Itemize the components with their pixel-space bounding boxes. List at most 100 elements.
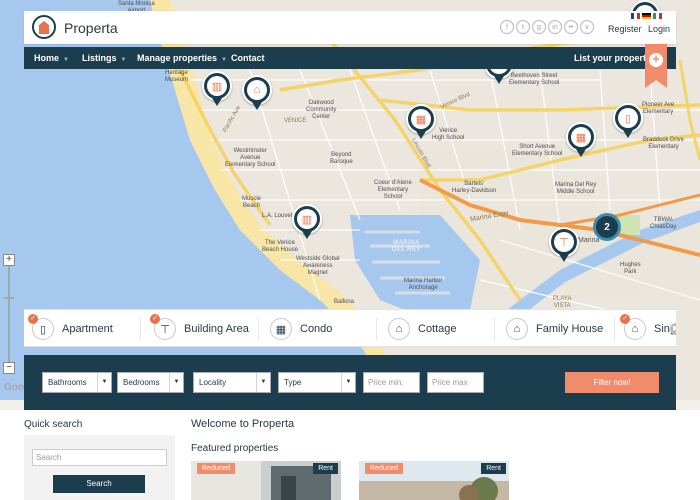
nav-item-contact[interactable]: Contact xyxy=(231,53,265,63)
check-icon: ✓ xyxy=(620,314,630,324)
welcome-heading: Welcome to Properta xyxy=(191,418,295,430)
bedrooms-select[interactable]: Bedrooms ▼ xyxy=(117,372,184,393)
list-property-link[interactable]: List your property xyxy=(574,53,651,63)
italian-flag-icon[interactable] xyxy=(653,13,662,19)
main-content: Quick search Search Search Welcome to Pr… xyxy=(0,410,700,500)
map-label-marina-basin: MARINA DEL REY xyxy=(392,240,421,253)
twitter-icon[interactable]: t xyxy=(516,20,530,34)
search-button[interactable]: Search xyxy=(53,475,145,493)
map-label-heritage-museum: Heritage Museum xyxy=(165,70,189,83)
map-label-beethoven: Beethoven Street Elementary School xyxy=(509,73,560,86)
main-navbar: Home ▼ Listings ▼ Manage properties ▼ Conta… xyxy=(24,47,676,69)
site-title[interactable]: Properta xyxy=(64,20,118,36)
crane-icon: ✓ ⊤ xyxy=(150,314,176,340)
property-pin[interactable]: ▦ xyxy=(406,104,436,142)
map-label-beyond-baroque: Beyond Baroque xyxy=(330,152,353,165)
map-label-short-ave: Short Avenue Elementary School xyxy=(512,144,563,157)
apartment-icon: ▯ xyxy=(618,108,638,128)
featured-heading: Featured properties xyxy=(191,443,279,454)
linkedin-icon[interactable]: in xyxy=(548,20,562,34)
login-link[interactable]: Login xyxy=(648,24,670,34)
map-label-oakwood: Oakwood Community Center xyxy=(306,100,337,120)
facebook-icon[interactable]: f xyxy=(500,20,514,34)
bathrooms-value: Bathrooms xyxy=(48,378,87,387)
logo-icon[interactable] xyxy=(32,15,56,39)
zoom-in-button[interactable]: + xyxy=(3,254,15,266)
pin-cluster[interactable]: 2 xyxy=(593,213,621,241)
add-property-tab[interactable]: + xyxy=(645,44,667,88)
map-label-pioneer: Pioneer Ave Elementary xyxy=(642,102,675,115)
google-plus-icon[interactable]: g xyxy=(532,20,546,34)
property-pin[interactable]: ⊤ xyxy=(549,227,579,265)
type-select[interactable]: Type ▼ xyxy=(278,372,356,393)
map-label-la-louvel: L.A. Louvel xyxy=(262,213,293,219)
bathrooms-select[interactable]: Bathrooms ▼ xyxy=(42,372,112,393)
filter-bar: Bathrooms ▼ Bedrooms ▼ Locality ▼ Type ▼ Pri… xyxy=(24,355,676,410)
quick-search-box: Search Search xyxy=(24,435,175,500)
map-label-coeur: Coeur d'Alene Elementary School xyxy=(374,180,412,200)
map-label-venice: VENICE xyxy=(284,118,307,124)
french-flag-icon[interactable] xyxy=(631,13,640,19)
building-icon: ▥ xyxy=(207,76,227,96)
category-single[interactable]: ✓ ⌂ Sing xyxy=(620,310,676,346)
property-pin[interactable]: ▯ xyxy=(613,103,643,141)
category-building-area[interactable]: ✓ ⊤ Building Area xyxy=(150,310,249,346)
locality-value: Locality xyxy=(199,378,227,387)
map-label-muscle-beach: Muscle Beach xyxy=(242,196,262,209)
search-input[interactable]: Search xyxy=(32,449,167,466)
plus-icon: + xyxy=(649,53,663,67)
category-bar: ✓ ▯ Apartment ✓ ⊤ Building Area ▦ Condo ⌂ … xyxy=(24,309,676,347)
property-pin[interactable]: ⌂ xyxy=(242,75,272,113)
crane-icon: ⊤ xyxy=(554,232,574,252)
register-link[interactable]: Register xyxy=(608,24,642,34)
property-card[interactable]: Reduced Rent xyxy=(191,461,341,500)
german-flag-icon[interactable] xyxy=(642,13,651,19)
category-label: Building Area xyxy=(184,323,249,335)
map-label-bartels: Bartels' Harley-Davidson xyxy=(452,181,497,194)
category-family-house[interactable]: ⌂ Family House xyxy=(506,310,604,346)
vimeo-icon[interactable]: v xyxy=(580,20,594,34)
nav-contact-label: Contact xyxy=(231,53,265,63)
category-cottage[interactable]: ⌂ Cottage xyxy=(388,310,457,346)
language-flags xyxy=(631,13,662,19)
zoom-slider-track[interactable] xyxy=(8,266,10,362)
map-label-tbwa: TBWA\ Chiat/Day xyxy=(650,217,677,230)
map-label-marina: Marina xyxy=(578,237,600,244)
property-card[interactable]: Reduced Rent xyxy=(359,461,509,500)
price-min-input[interactable]: Price min. xyxy=(363,372,420,393)
category-label: Condo xyxy=(300,323,333,335)
nav-item-manage-properties[interactable]: Manage properties ▼ xyxy=(137,53,227,63)
condo-icon: ▦ xyxy=(270,318,292,340)
flickr-icon[interactable]: •• xyxy=(564,20,578,34)
type-value: Type xyxy=(284,378,302,387)
chevron-down-icon: ▼ xyxy=(341,373,355,392)
property-pin[interactable]: ▦ xyxy=(566,122,596,160)
nav-item-home[interactable]: Home ▼ xyxy=(34,53,69,63)
chevron-down-icon: ▼ xyxy=(120,57,127,63)
site-header: Properta f t g in •• v Register Login xyxy=(24,11,676,44)
locality-select[interactable]: Locality ▼ xyxy=(193,372,271,393)
chevron-right-icon[interactable]: ▶ xyxy=(670,323,676,335)
check-icon: ✓ xyxy=(28,314,38,324)
chevron-down-icon: ▼ xyxy=(97,373,111,392)
map-label-playa-vista: PLAYA VISTA xyxy=(553,296,572,309)
house-icon: ⌂ xyxy=(247,80,267,100)
price-max-input[interactable]: Price max xyxy=(427,372,484,393)
nav-home-label: Home xyxy=(34,53,60,63)
category-label: Family House xyxy=(536,323,604,335)
filter-now-button[interactable]: Filter now! xyxy=(565,372,659,393)
property-pin[interactable]: ▥ xyxy=(202,71,232,109)
condo-icon: ▦ xyxy=(571,127,591,147)
zoom-slider-handle[interactable] xyxy=(4,297,14,299)
property-pin[interactable]: ▥ xyxy=(292,204,322,242)
map-label-venice-hs: Venice High School xyxy=(432,128,465,141)
nav-item-listings[interactable]: Listings ▼ xyxy=(82,53,126,63)
single-icon: ✓ ⌂ xyxy=(620,314,646,340)
building-icon: ▥ xyxy=(297,209,317,229)
category-apartment[interactable]: ✓ ▯ Apartment xyxy=(28,310,113,346)
chevron-down-icon: ▼ xyxy=(169,373,183,392)
map-label-westside: Westside Global Awareness Magnet xyxy=(296,256,340,276)
zoom-out-button[interactable]: − xyxy=(3,362,15,374)
cottage-icon: ⌂ xyxy=(388,318,410,340)
category-condo[interactable]: ▦ Condo xyxy=(270,310,333,346)
